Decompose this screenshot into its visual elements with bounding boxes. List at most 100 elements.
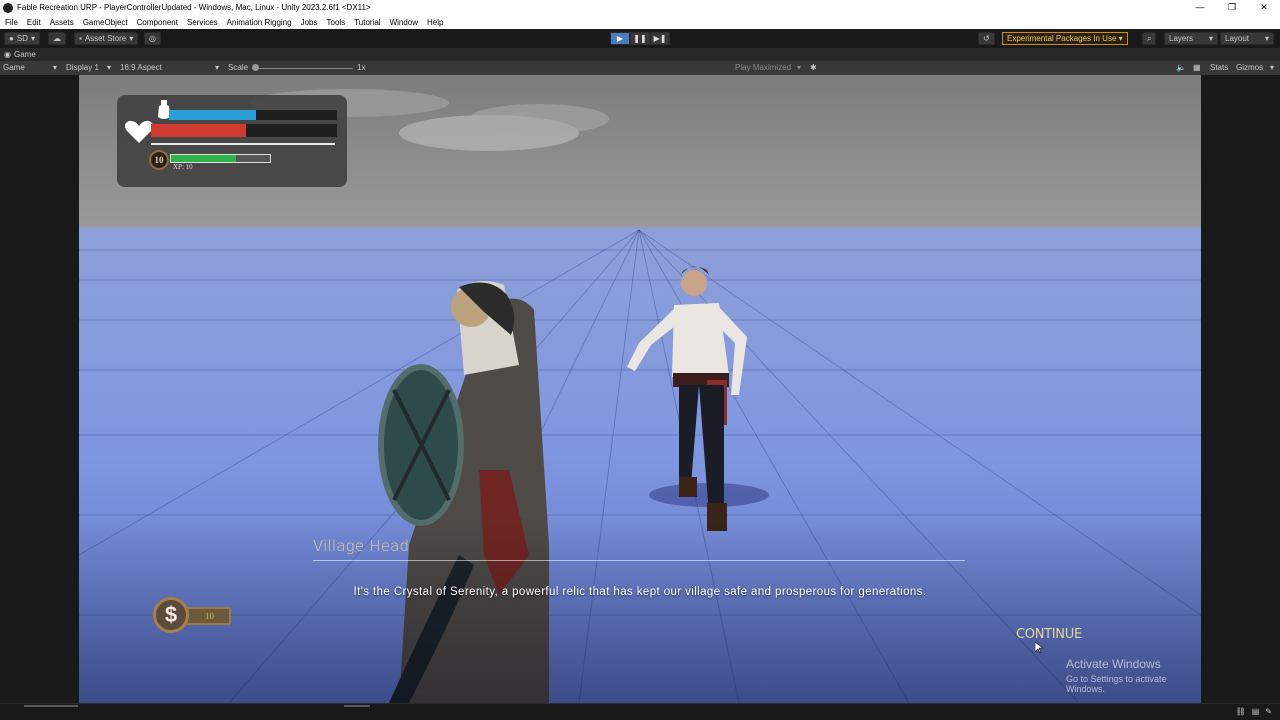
gizmos-button[interactable]: Gizmos bbox=[1236, 63, 1263, 72]
game-viewport[interactable]: 10 XP: 10 Village Head It's the Crystal … bbox=[79, 75, 1201, 703]
keyboard-icon[interactable]: ▦ bbox=[1193, 63, 1201, 72]
progress-indicator bbox=[24, 705, 78, 707]
play-mode-dropdown[interactable]: Play Maximized bbox=[735, 63, 791, 72]
hud-divider bbox=[151, 143, 335, 145]
menu-component[interactable]: Component bbox=[137, 18, 178, 27]
chevron-down-icon: ▾ bbox=[215, 63, 220, 72]
account-label: SD bbox=[16, 34, 28, 43]
game-mode-dropdown[interactable]: Game bbox=[3, 63, 25, 72]
play-button[interactable]: ▶ bbox=[610, 32, 630, 45]
menu-file[interactable]: File bbox=[5, 18, 18, 27]
cloud-button[interactable]: ☁ bbox=[48, 32, 66, 45]
experimental-packages-button[interactable]: Experimental Packages In Use ▾ bbox=[1002, 32, 1128, 45]
menu-jobs[interactable]: Jobs bbox=[301, 18, 318, 27]
search-icon: ⌕ bbox=[1147, 33, 1152, 43]
aspect-dropdown[interactable]: 16:9 Aspect bbox=[120, 63, 162, 72]
npc-village-head bbox=[627, 266, 769, 531]
history-button[interactable]: ↺ bbox=[978, 32, 995, 45]
mana-bar-fill bbox=[169, 110, 257, 120]
cloud-shape bbox=[469, 104, 609, 134]
chevron-down-icon: ▾ bbox=[53, 63, 58, 72]
layout-label: Layout bbox=[1225, 34, 1250, 43]
chevron-down-icon: ▾ bbox=[1118, 34, 1123, 43]
asset-store-label: Asset Store bbox=[84, 34, 127, 43]
bug-icon[interactable]: ✱ bbox=[810, 63, 817, 72]
pause-button[interactable]: ❚❚ bbox=[630, 32, 650, 45]
dialog-divider bbox=[313, 560, 965, 561]
menu-window[interactable]: Window bbox=[390, 18, 418, 27]
game-view-icon: ◉ bbox=[4, 50, 11, 59]
xp-bar bbox=[170, 154, 271, 163]
menu-gameobject[interactable]: GameObject bbox=[83, 18, 128, 27]
menu-bar: File Edit Assets GameObject Component Se… bbox=[0, 15, 1280, 29]
menu-animation-rigging[interactable]: Animation Rigging bbox=[227, 18, 292, 27]
window-controls: — ❐ ✕ bbox=[1184, 0, 1280, 15]
menu-services[interactable]: Services bbox=[187, 18, 218, 27]
scale-slider[interactable] bbox=[253, 68, 353, 69]
restore-button[interactable]: ❐ bbox=[1216, 0, 1248, 15]
stats-button[interactable]: Stats bbox=[1210, 63, 1228, 72]
health-bar-fill bbox=[151, 124, 246, 137]
main-toolbar: ● SD ▾ ☁ ▪ Asset Store ▾ ◎ ▶ ❚❚ ▶❚ ↺ Exp… bbox=[0, 29, 1280, 48]
watermark-title: Activate Windows bbox=[1066, 657, 1161, 671]
status-tray: ⛓ ▤ ✎ bbox=[1236, 707, 1272, 716]
scale-slider-handle[interactable] bbox=[252, 64, 259, 71]
chevron-down-icon: ▾ bbox=[1270, 63, 1275, 72]
mana-potion-icon bbox=[157, 100, 170, 120]
xp-bar-fill bbox=[171, 155, 237, 162]
target-icon: ◎ bbox=[149, 34, 156, 43]
continue-button[interactable]: CONTINUE bbox=[1016, 627, 1082, 642]
level-badge: 10 bbox=[149, 150, 169, 170]
menu-tutorial[interactable]: Tutorial bbox=[354, 18, 380, 27]
minimize-button[interactable]: — bbox=[1184, 0, 1216, 15]
mana-bar bbox=[169, 110, 337, 120]
play-controls: ▶ ❚❚ ▶❚ bbox=[610, 32, 670, 45]
window-title: Fable Recreation URP - PlayerControllerU… bbox=[17, 3, 371, 12]
chevron-down-icon: ▾ bbox=[1264, 34, 1269, 43]
currency-panel: 10 $ bbox=[153, 597, 231, 635]
currency-amount: 10 bbox=[183, 607, 231, 625]
tab-game[interactable]: Game bbox=[14, 50, 36, 59]
dialog-text: It's the Crystal of Serenity, a powerful… bbox=[353, 586, 927, 598]
search-scope-button[interactable]: ◎ bbox=[144, 32, 161, 45]
asset-store-button[interactable]: ▪ Asset Store ▾ bbox=[74, 32, 139, 45]
heart-icon bbox=[124, 120, 154, 149]
account-icon: ● bbox=[9, 34, 14, 43]
cache-icon[interactable]: ▤ bbox=[1252, 707, 1260, 716]
store-icon: ▪ bbox=[79, 34, 82, 43]
search-button[interactable]: ⌕ bbox=[1142, 32, 1157, 45]
chevron-down-icon: ▾ bbox=[1208, 34, 1213, 43]
menu-assets[interactable]: Assets bbox=[50, 18, 74, 27]
game-view-toolbar: Game ▾ Display 1 ▾ 16:9 Aspect ▾ Scale 1… bbox=[0, 61, 1280, 75]
progress-indicator bbox=[344, 705, 370, 707]
layout-dropdown[interactable]: Layout ▾ bbox=[1220, 32, 1274, 45]
menu-edit[interactable]: Edit bbox=[27, 18, 41, 27]
step-button[interactable]: ▶❚ bbox=[650, 32, 670, 45]
cloud-icon: ☁ bbox=[53, 34, 61, 43]
close-button[interactable]: ✕ bbox=[1248, 0, 1280, 15]
display-dropdown[interactable]: Display 1 bbox=[66, 63, 99, 72]
dialog-dim-overlay bbox=[79, 515, 1201, 703]
chevron-down-icon: ▾ bbox=[107, 63, 112, 72]
audio-mute-icon[interactable]: 🔈 bbox=[1176, 63, 1186, 72]
window-titlebar: Fable Recreation URP - PlayerControllerU… bbox=[0, 0, 1280, 15]
watermark-subtitle: Go to Settings to activate Windows. bbox=[1066, 674, 1167, 694]
network-icon[interactable]: ⛓ bbox=[1236, 707, 1246, 716]
experimental-label: Experimental Packages In Use bbox=[1007, 34, 1117, 43]
account-button[interactable]: ● SD ▾ bbox=[4, 32, 40, 45]
health-bar bbox=[151, 124, 337, 137]
xp-label: XP: 10 bbox=[173, 163, 193, 171]
activate-windows-watermark: Activate Windows Go to Settings to activ… bbox=[1066, 657, 1201, 694]
mouse-cursor-icon bbox=[1034, 641, 1044, 659]
scale-label: Scale bbox=[228, 63, 249, 72]
dialog-speaker-name: Village Head bbox=[313, 537, 410, 555]
coin-icon: $ bbox=[153, 597, 189, 633]
history-icon: ↺ bbox=[983, 34, 990, 43]
unity-icon bbox=[3, 2, 13, 13]
status-bar: ⛓ ▤ ✎ bbox=[0, 703, 1280, 720]
menu-tools[interactable]: Tools bbox=[327, 18, 346, 27]
debug-icon[interactable]: ✎ bbox=[1265, 707, 1272, 716]
layers-dropdown[interactable]: Layers ▾ bbox=[1164, 32, 1218, 45]
menu-help[interactable]: Help bbox=[427, 18, 443, 27]
chevron-down-icon: ▾ bbox=[129, 34, 134, 43]
